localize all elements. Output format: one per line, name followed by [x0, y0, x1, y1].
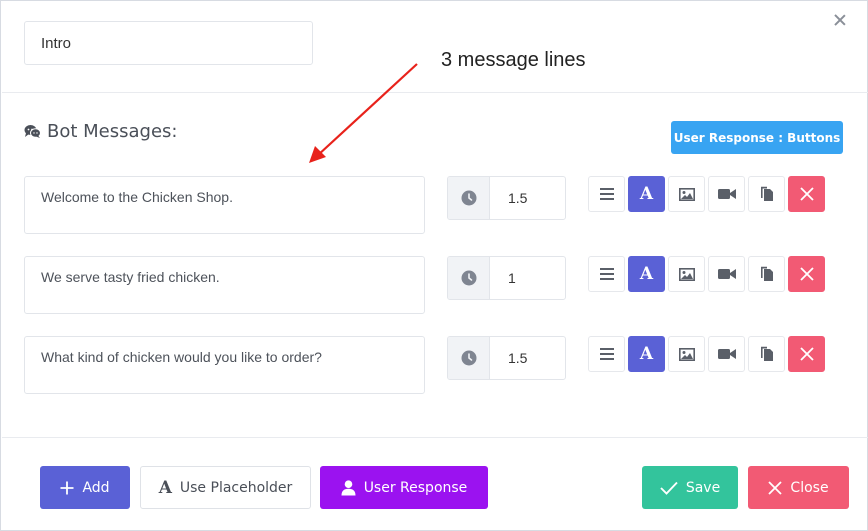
message-row: Welcome to the Chicken Shop. 1.5 A [1, 176, 868, 236]
message-textarea[interactable]: Welcome to the Chicken Shop. [24, 176, 425, 234]
delay-value[interactable]: 1 [490, 257, 565, 299]
close-dialog-icon[interactable] [830, 11, 850, 31]
video-icon[interactable] [708, 176, 745, 212]
delay-input[interactable]: 1.5 [447, 336, 566, 380]
message-textarea[interactable]: What kind of chicken would you like to o… [24, 336, 425, 394]
message-row: What kind of chicken would you like to o… [1, 336, 868, 396]
use-placeholder-label: Use Placeholder [179, 479, 293, 496]
delete-icon[interactable] [788, 336, 825, 372]
video-icon[interactable] [708, 256, 745, 292]
section-title: Bot Messages: [24, 121, 177, 142]
text-icon[interactable]: A [628, 256, 665, 292]
user-response-label: User Response [363, 479, 468, 496]
delay-value[interactable]: 1.5 [490, 177, 565, 219]
clock-icon [448, 337, 490, 379]
save-button[interactable]: Save [642, 466, 738, 509]
add-button[interactable]: Add [40, 466, 130, 509]
check-icon [660, 481, 678, 495]
close-button[interactable]: Close [748, 466, 849, 509]
message-tools: A [588, 336, 825, 372]
image-icon[interactable] [668, 256, 705, 292]
delay-input[interactable]: 1 [447, 256, 566, 300]
user-response-buttons-button[interactable]: User Response : Buttons [671, 121, 843, 154]
chat-bubbles-icon [24, 125, 41, 138]
text-icon[interactable]: A [628, 176, 665, 212]
message-textarea[interactable]: We serve tasty fried chicken. [24, 256, 425, 314]
use-placeholder-button[interactable]: A Use Placeholder [140, 466, 311, 509]
divider-top [2, 92, 868, 93]
delay-input[interactable]: 1.5 [447, 176, 566, 220]
copy-icon[interactable] [748, 336, 785, 372]
copy-icon[interactable] [748, 256, 785, 292]
clock-icon [448, 177, 490, 219]
letter-a-icon: A [158, 477, 172, 498]
bot-message-dialog: 3 message lines Bot Messages: User Respo… [0, 0, 868, 531]
copy-icon[interactable] [748, 176, 785, 212]
save-label: Save [685, 479, 721, 496]
menu-icon[interactable] [588, 256, 625, 292]
block-name-input[interactable] [24, 21, 313, 65]
delete-icon[interactable] [788, 176, 825, 212]
delete-icon[interactable] [788, 256, 825, 292]
menu-icon[interactable] [588, 176, 625, 212]
message-tools: A [588, 256, 825, 292]
annotation-text: 3 message lines [441, 49, 586, 71]
close-icon [768, 480, 783, 495]
close-label: Close [790, 479, 829, 496]
delay-value[interactable]: 1.5 [490, 337, 565, 379]
clock-icon [448, 257, 490, 299]
user-response-button[interactable]: User Response [320, 466, 488, 509]
text-icon[interactable]: A [628, 336, 665, 372]
menu-icon[interactable] [588, 336, 625, 372]
video-icon[interactable] [708, 336, 745, 372]
annotation-arrow-icon [309, 63, 418, 163]
add-label: Add [82, 479, 110, 496]
image-icon[interactable] [668, 336, 705, 372]
message-tools: A [588, 176, 825, 212]
plus-icon [60, 481, 74, 494]
section-title-label: Bot Messages: [47, 121, 178, 142]
image-icon[interactable] [668, 176, 705, 212]
user-icon [341, 479, 356, 495]
divider-bottom [2, 437, 868, 438]
message-row: We serve tasty fried chicken. 1 A [1, 256, 868, 316]
